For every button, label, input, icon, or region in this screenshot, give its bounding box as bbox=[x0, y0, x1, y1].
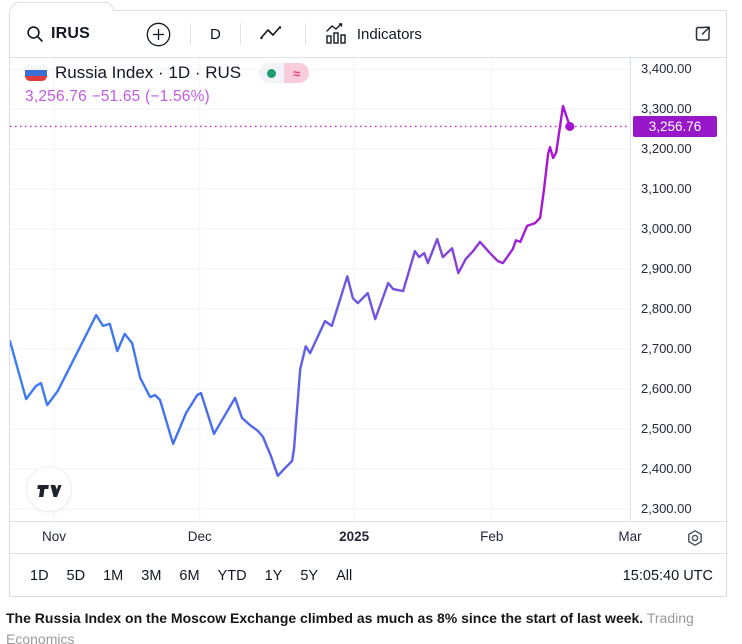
symbol-search[interactable]: IRUS bbox=[26, 25, 90, 43]
x-axis-label-2025: 2025 bbox=[339, 529, 369, 544]
flag-stripe-red bbox=[25, 76, 47, 81]
export-button[interactable] bbox=[692, 23, 714, 45]
range-button-6m[interactable]: 6M bbox=[179, 566, 199, 586]
legend-last-price: 3,256.76 bbox=[25, 88, 87, 105]
y-axis-label: 2,800.00 bbox=[641, 301, 692, 316]
range-button-1y[interactable]: 1Y bbox=[265, 566, 283, 586]
range-button-ytd[interactable]: YTD bbox=[218, 566, 247, 586]
line-chart-icon bbox=[260, 25, 286, 43]
toolbar-separator bbox=[240, 23, 241, 45]
russia-flag-icon bbox=[25, 65, 47, 81]
tradingview-logo[interactable] bbox=[27, 467, 71, 511]
y-axis-label: 2,300.00 bbox=[641, 501, 692, 516]
price-axis[interactable]: 3,256.76 3,400.00 3,300.00 3,200.00 3,100.0… bbox=[630, 58, 727, 521]
y-axis-label: 3,100.00 bbox=[641, 181, 692, 196]
chart-region: 3,256.76 3,400.00 3,300.00 3,200.00 3,100.0… bbox=[10, 58, 728, 521]
range-button-5d[interactable]: 5D bbox=[67, 566, 86, 586]
interval-button[interactable]: D bbox=[210, 26, 221, 43]
legend-title: Russia Index · 1D · RUS bbox=[55, 63, 241, 83]
indicators-button[interactable]: Indicators bbox=[325, 23, 422, 45]
market-open-badge bbox=[259, 63, 284, 83]
toolbar-separator bbox=[305, 23, 306, 45]
range-button-3m[interactable]: 3M bbox=[141, 566, 161, 586]
range-button-1d[interactable]: 1D bbox=[30, 566, 49, 586]
y-axis-label: 3,000.00 bbox=[641, 221, 692, 236]
legend-price-row: 3,256.76 −51.65 (−1.56%) bbox=[25, 88, 309, 106]
y-axis-label: 2,700.00 bbox=[641, 341, 692, 356]
plus-icon bbox=[146, 22, 171, 47]
y-axis-label: 3,200.00 bbox=[641, 141, 692, 156]
last-price-dot bbox=[565, 122, 574, 131]
x-axis-label-dec: Dec bbox=[188, 529, 212, 544]
interval-label: D bbox=[210, 26, 221, 43]
chart-legend: Russia Index · 1D · RUS ≈ 3,256.76 −51.6… bbox=[25, 63, 309, 106]
tradingview-logo-icon bbox=[36, 481, 62, 497]
price-line-series bbox=[10, 106, 570, 476]
x-axis-label-nov: Nov bbox=[42, 529, 66, 544]
legend-change: −51.65 (−1.56%) bbox=[91, 88, 209, 105]
y-axis-label: 3,400.00 bbox=[641, 61, 692, 76]
axis-settings-gear-icon[interactable] bbox=[686, 529, 704, 552]
y-axis-label: 2,600.00 bbox=[641, 381, 692, 396]
market-status-pill[interactable]: ≈ bbox=[259, 63, 309, 83]
range-button-1m[interactable]: 1M bbox=[103, 566, 123, 586]
range-button-5y[interactable]: 5Y bbox=[300, 566, 318, 586]
time-axis[interactable]: Nov Dec 2025 Feb Mar bbox=[10, 521, 728, 553]
indicators-icon bbox=[325, 23, 349, 45]
delayed-data-badge: ≈ bbox=[284, 63, 309, 83]
widget-tab-edge bbox=[10, 2, 114, 11]
x-axis-label-feb: Feb bbox=[480, 529, 503, 544]
tradingview-widget: IRUS D bbox=[9, 10, 727, 597]
chart-canvas bbox=[10, 58, 630, 521]
last-price-label: 3,256.76 bbox=[633, 116, 717, 137]
page: IRUS D bbox=[0, 0, 742, 644]
caption-text: The Russia Index on the Moscow Exchange … bbox=[6, 610, 643, 626]
top-toolbar: IRUS D bbox=[10, 11, 726, 58]
price-chart[interactable] bbox=[10, 58, 630, 521]
toolbar-separator bbox=[190, 23, 191, 45]
indicators-label: Indicators bbox=[357, 26, 422, 43]
range-button-all[interactable]: All bbox=[336, 566, 352, 586]
chart-type-button[interactable] bbox=[260, 25, 286, 43]
range-toolbar: 1D 5D 1M 3M 6M YTD 1Y 5Y All 15:05:40 UTC bbox=[10, 553, 728, 597]
search-icon bbox=[26, 25, 44, 43]
symbol-label: IRUS bbox=[51, 25, 90, 43]
y-axis-label: 2,400.00 bbox=[641, 461, 692, 476]
y-axis-label: 2,500.00 bbox=[641, 421, 692, 436]
y-axis-label: 3,300.00 bbox=[641, 101, 692, 116]
x-axis-label-mar: Mar bbox=[618, 529, 641, 544]
y-axis-label: 2,900.00 bbox=[641, 261, 692, 276]
clock-utc: 15:05:40 UTC bbox=[623, 568, 713, 584]
market-open-dot-icon bbox=[267, 69, 276, 78]
caption: The Russia Index on the Moscow Exchange … bbox=[6, 608, 738, 644]
compare-add-button[interactable] bbox=[146, 22, 171, 47]
export-icon bbox=[692, 23, 714, 45]
